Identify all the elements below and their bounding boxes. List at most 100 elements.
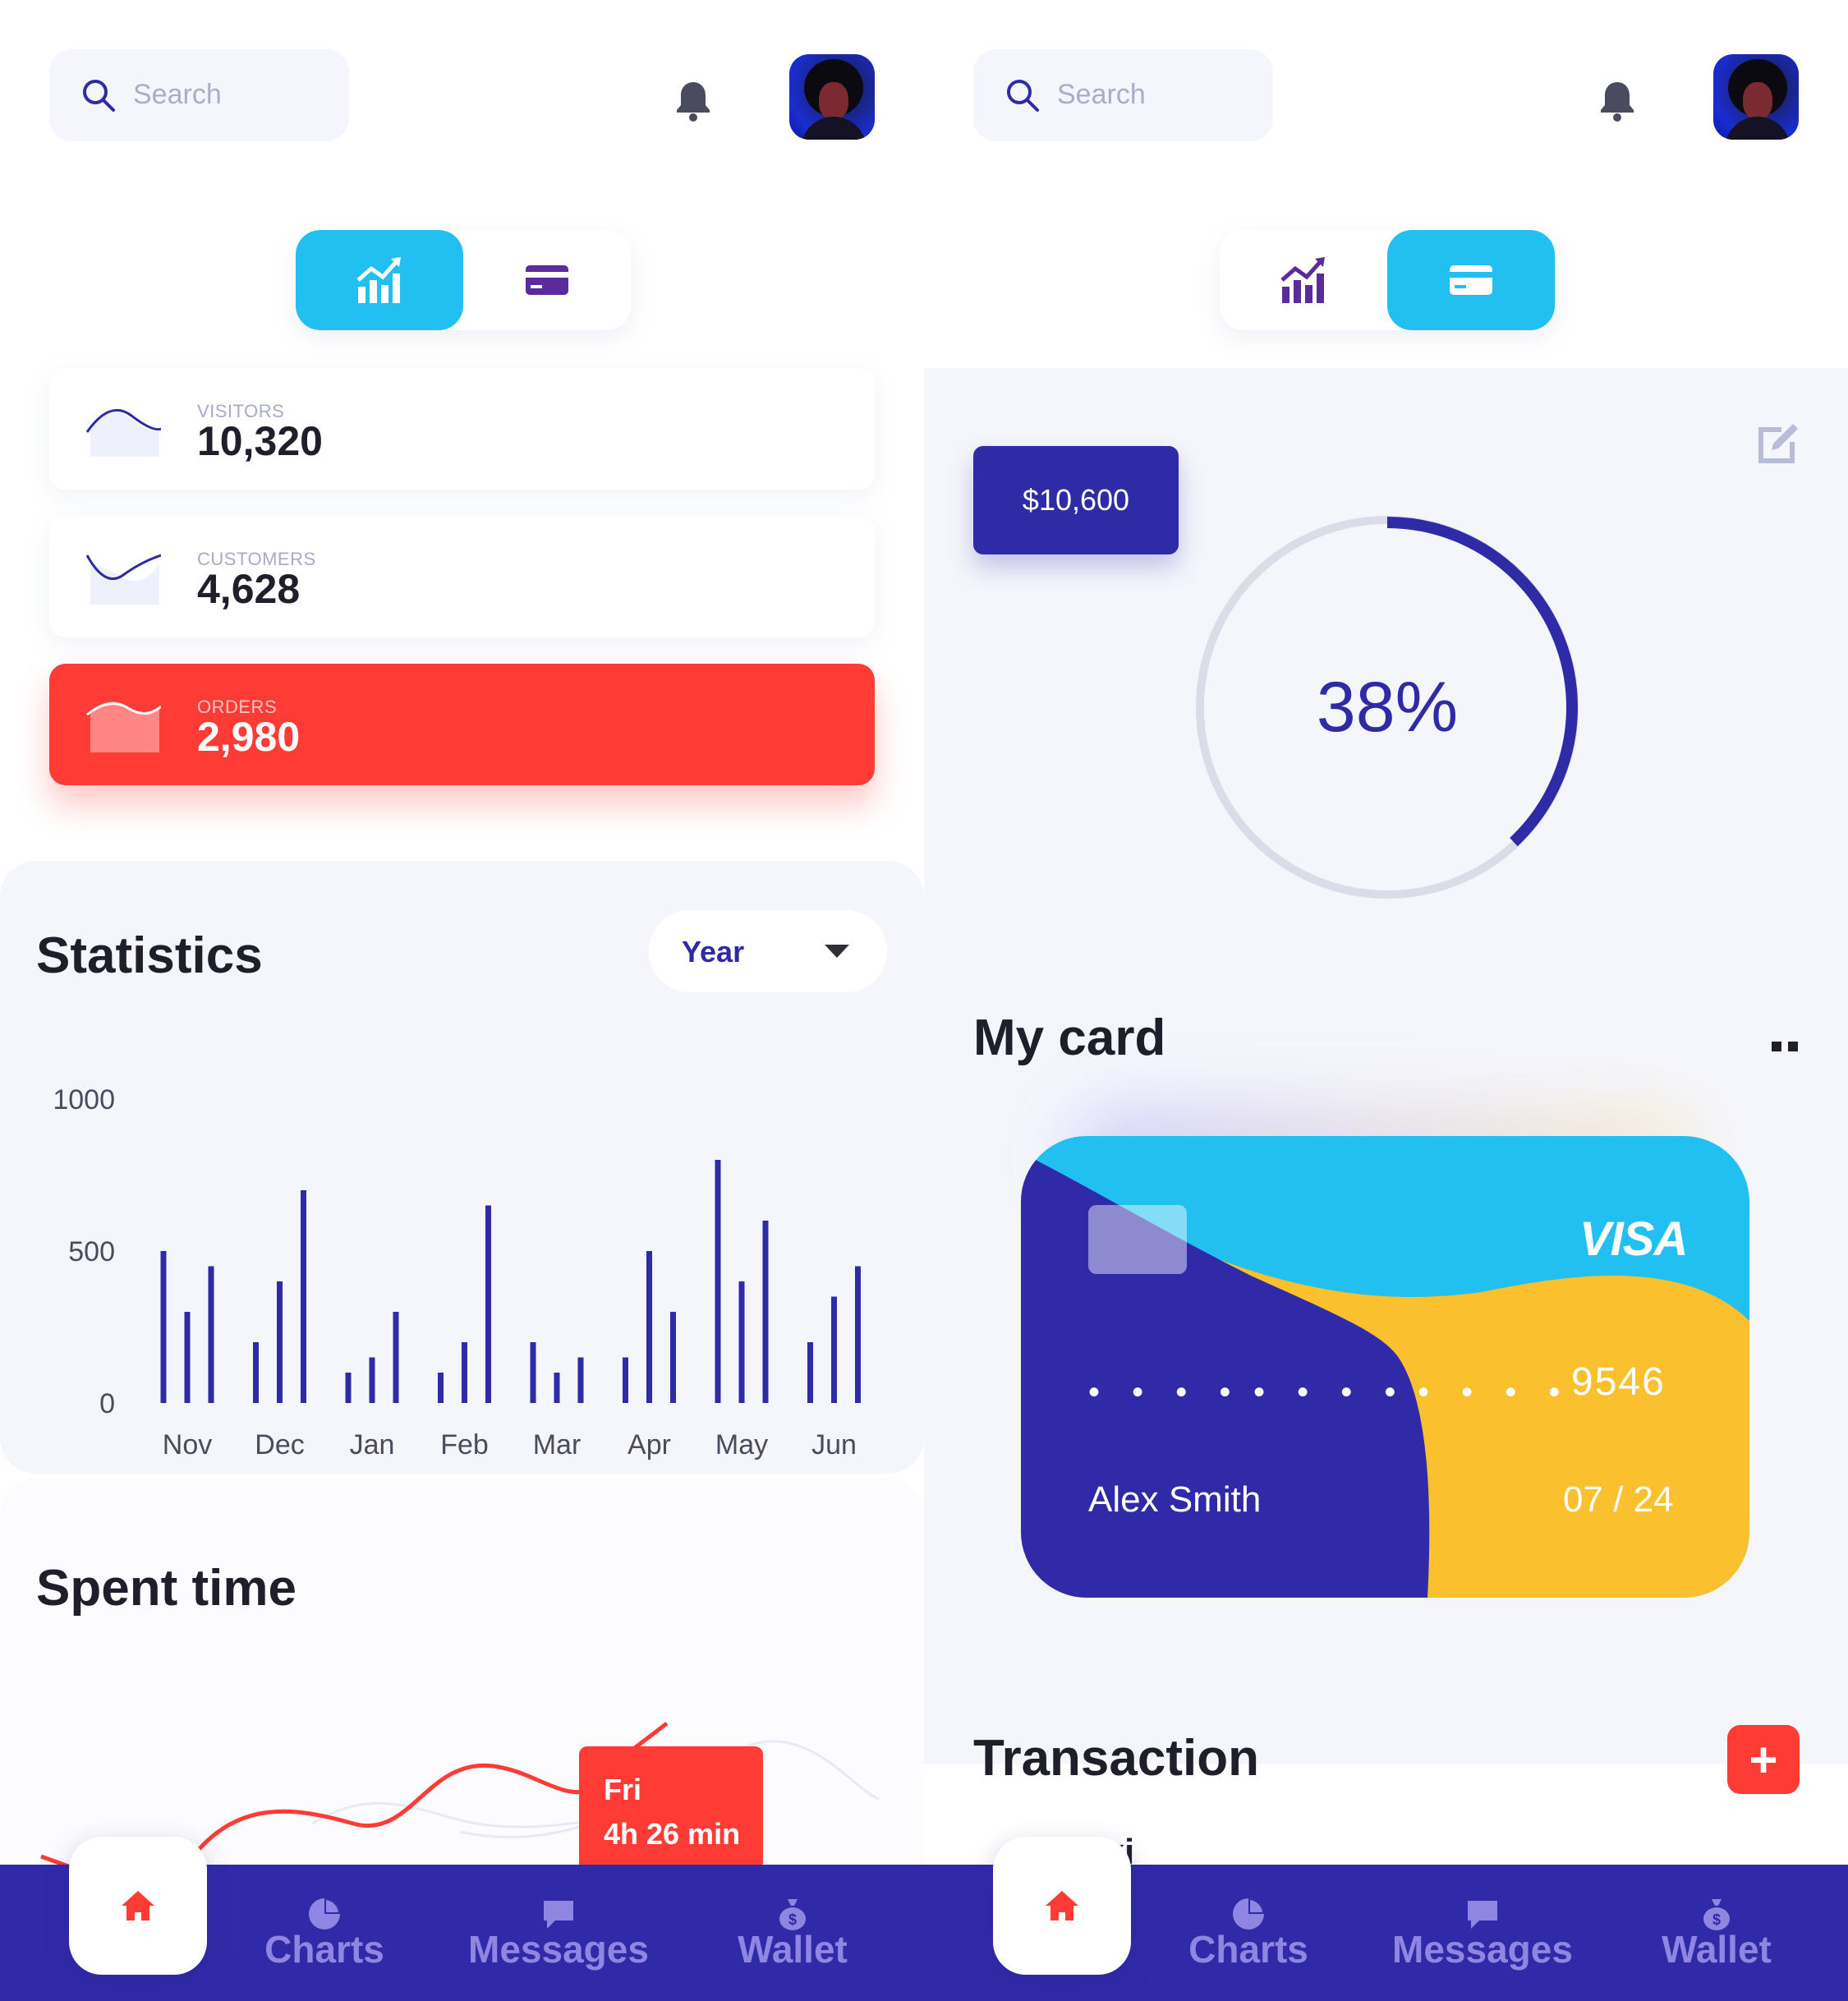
chart-growth-icon xyxy=(1280,257,1325,303)
wave-icon xyxy=(85,408,161,457)
bar[interactable] xyxy=(208,1266,214,1404)
bell-icon[interactable] xyxy=(1594,77,1640,123)
tab-analytics[interactable] xyxy=(1220,230,1387,330)
nav-wallet[interactable]: $ Wallet xyxy=(715,1865,871,2001)
add-transaction-button[interactable]: + xyxy=(1727,1725,1800,1794)
bar[interactable] xyxy=(184,1312,191,1403)
home-icon xyxy=(1046,1891,1078,1920)
bar[interactable] xyxy=(646,1251,652,1403)
tooltip-duration: 4h 26 min xyxy=(604,1817,741,1851)
svg-text:$: $ xyxy=(788,1911,797,1928)
tab-analytics[interactable] xyxy=(296,230,463,330)
nav-messages[interactable]: Messages xyxy=(1380,1865,1585,2001)
statistics-title: Statistics xyxy=(36,927,263,984)
period-select[interactable]: Year xyxy=(649,910,887,992)
card-expiry: 07 / 24 xyxy=(1563,1479,1674,1520)
masked-digits: • • • • xyxy=(1418,1374,1572,1410)
bar[interactable] xyxy=(554,1373,560,1403)
bar[interactable] xyxy=(438,1373,444,1403)
stat-value: 4,628 xyxy=(197,566,301,612)
search-placeholder: Search xyxy=(1057,79,1146,110)
stat-value: 2,980 xyxy=(197,714,301,760)
bar[interactable] xyxy=(670,1312,676,1403)
credit-card-icon xyxy=(1450,265,1492,295)
nav-messages[interactable]: Messages xyxy=(456,1865,661,2001)
bar[interactable] xyxy=(369,1357,375,1404)
bar[interactable] xyxy=(277,1281,283,1403)
y-tick-label: 0 xyxy=(99,1388,115,1419)
search-icon xyxy=(1007,80,1039,112)
x-tick-label: Feb xyxy=(440,1429,489,1460)
nav-label: Messages xyxy=(468,1928,649,1971)
bar[interactable] xyxy=(485,1205,491,1404)
x-tick-label: Apr xyxy=(627,1429,671,1460)
nav-charts[interactable]: Charts xyxy=(246,1865,402,2001)
credit-card-icon xyxy=(526,265,568,295)
y-tick-label: 1000 xyxy=(53,1084,115,1116)
spent-time-title: Spent time xyxy=(36,1560,297,1617)
transaction-title: Transaction xyxy=(973,1730,1259,1787)
credit-card[interactable]: VISA • • • • • • • • • • • • 9546 Alex S… xyxy=(1021,1136,1749,1598)
nav-home-button[interactable] xyxy=(69,1837,207,1975)
tooltip-day: Fri xyxy=(604,1773,642,1806)
more-options-icon[interactable] xyxy=(1770,1042,1803,1058)
bar[interactable] xyxy=(462,1342,467,1403)
bar[interactable] xyxy=(160,1251,167,1403)
x-tick-label: Jan xyxy=(350,1429,395,1460)
edit-icon[interactable] xyxy=(1754,419,1803,468)
stat-card-orders[interactable]: ORDERS 2,980 xyxy=(49,664,875,785)
x-tick-label: May xyxy=(715,1429,768,1460)
tab-wallet[interactable] xyxy=(463,230,631,330)
search-icon xyxy=(83,80,115,112)
bar[interactable] xyxy=(807,1342,813,1403)
nav-charts[interactable]: Charts xyxy=(1170,1865,1326,2001)
bar[interactable] xyxy=(393,1312,399,1403)
nav-home-button[interactable] xyxy=(993,1837,1131,1975)
x-tick-label: Jun xyxy=(811,1429,857,1460)
y-tick-label: 500 xyxy=(68,1236,115,1267)
bar[interactable] xyxy=(738,1281,745,1403)
time-tooltip: Fri 4h 26 min xyxy=(579,1746,763,1871)
bar[interactable] xyxy=(253,1342,259,1403)
search-input[interactable]: Search xyxy=(49,49,349,141)
view-toggle xyxy=(1220,230,1555,330)
bar[interactable] xyxy=(762,1221,769,1403)
bar[interactable] xyxy=(623,1357,628,1404)
bar[interactable] xyxy=(345,1373,352,1403)
analytics-screen: Search VISITORS 10,320 CUSTOMERS 4,628 O… xyxy=(0,0,924,2001)
wave-icon xyxy=(85,554,161,605)
card-last4: 9546 xyxy=(1571,1360,1666,1404)
avatar[interactable] xyxy=(789,54,875,140)
nav-label: Wallet xyxy=(1662,1928,1772,1971)
balance-badge: $10,600 xyxy=(973,446,1179,554)
card-chip xyxy=(1088,1205,1187,1274)
nav-wallet[interactable]: $ Wallet xyxy=(1639,1865,1795,2001)
bar[interactable] xyxy=(530,1342,536,1403)
nav-label: Wallet xyxy=(738,1928,848,1971)
statistics-bar-chart: 0 500 1000 Nov Dec Jan Feb Mar Apr May Jun xyxy=(53,1084,861,1460)
search-placeholder: Search xyxy=(133,79,222,110)
bar[interactable] xyxy=(855,1266,861,1404)
stat-card-visitors[interactable]: VISITORS 10,320 xyxy=(49,368,875,490)
chevron-down-icon xyxy=(825,945,849,958)
bar[interactable] xyxy=(577,1357,584,1404)
home-icon xyxy=(122,1891,154,1920)
avatar[interactable] xyxy=(1713,54,1799,140)
view-toggle xyxy=(296,230,631,330)
my-card-title: My card xyxy=(973,1010,1166,1066)
masked-digits: • • • • xyxy=(1253,1374,1408,1410)
bar[interactable] xyxy=(715,1160,721,1403)
wave-icon xyxy=(86,702,161,752)
nav-label: Messages xyxy=(1392,1928,1573,1971)
tab-wallet[interactable] xyxy=(1387,230,1555,330)
progress-label: 38% xyxy=(1316,667,1459,747)
svg-text:$: $ xyxy=(1712,1911,1721,1928)
bar[interactable] xyxy=(301,1190,306,1403)
search-input[interactable]: Search xyxy=(973,49,1273,141)
x-tick-label: Dec xyxy=(255,1429,304,1460)
bell-icon[interactable] xyxy=(670,77,716,123)
bar[interactable] xyxy=(831,1296,837,1404)
stat-card-customers[interactable]: CUSTOMERS 4,628 xyxy=(49,516,875,637)
x-tick-label: Mar xyxy=(533,1429,582,1460)
nav-label: Charts xyxy=(264,1928,384,1971)
